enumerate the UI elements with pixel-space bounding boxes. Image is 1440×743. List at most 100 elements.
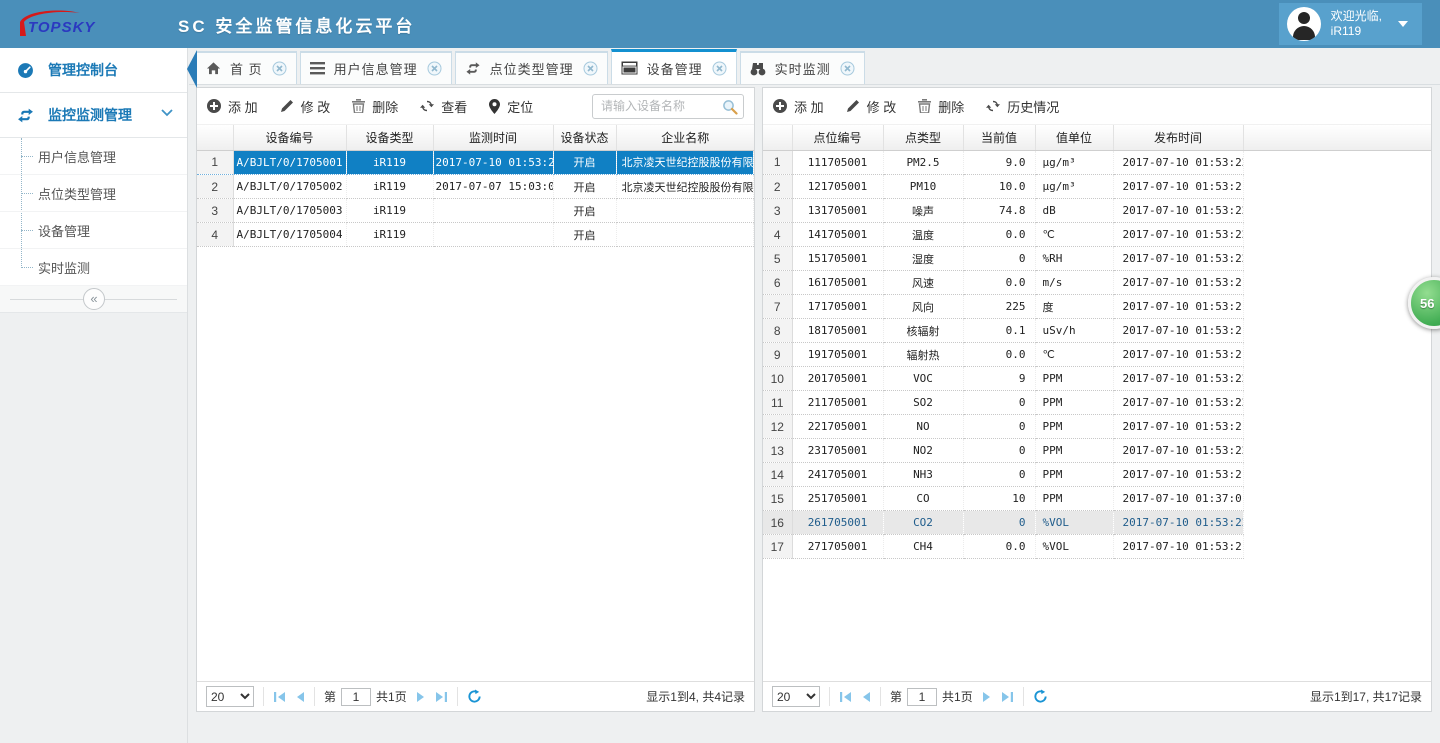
table-row[interactable]: 4A/BJLT/0/1705004iR119开启	[197, 223, 754, 247]
table-row[interactable]: 13231705001NO20PPM2017-07-10 01:53:22	[763, 439, 1243, 463]
home-icon	[206, 61, 221, 76]
cell-type: 风速	[883, 271, 963, 295]
add-button[interactable]: 添 加	[773, 97, 824, 116]
refresh-arrows-icon	[986, 99, 1000, 113]
add-button[interactable]: 添 加	[207, 97, 258, 116]
edit-button[interactable]: 修 改	[280, 97, 331, 116]
close-icon[interactable]	[712, 61, 727, 76]
cell-value: 0.0	[963, 271, 1035, 295]
table-row[interactable]: 3A/BJLT/0/1705003iR119开启	[197, 199, 754, 223]
cell-unit: ℃	[1035, 223, 1113, 247]
topsky-logo: TOPSKY	[16, 6, 136, 42]
row-number-cell: 11	[763, 391, 792, 415]
table-row[interactable]: 3131705001噪声74.8dB2017-07-10 01:53:22	[763, 199, 1243, 223]
table-row[interactable]: 14241705001NH30PPM2017-07-10 01:53:21	[763, 463, 1243, 487]
tab-user-info[interactable]: 用户信息管理	[300, 51, 452, 84]
table-row[interactable]: 9191705001辐射热0.0℃2017-07-10 01:53:21	[763, 343, 1243, 367]
sidebar-item-user-info[interactable]: 用户信息管理	[0, 138, 187, 175]
table-row[interactable]: 1111705001PM2.59.0μg/m³2017-07-10 01:53:…	[763, 151, 1243, 175]
next-page-button[interactable]	[982, 691, 992, 703]
prev-page-button[interactable]	[295, 691, 305, 703]
loop-icon	[465, 61, 481, 76]
table-row[interactable]: 10201705001VOC9PPM2017-07-10 01:53:22	[763, 367, 1243, 391]
row-number-cell: 2	[763, 175, 792, 199]
table-row[interactable]: 11211705001SO20PPM2017-07-10 01:53:22	[763, 391, 1243, 415]
delete-button[interactable]: 删除	[352, 97, 398, 116]
page-total-label: 共1页	[942, 688, 973, 705]
first-page-button[interactable]	[839, 691, 852, 703]
page-label: 第	[890, 688, 902, 705]
prev-page-button[interactable]	[861, 691, 871, 703]
column-header[interactable]: 当前值	[963, 125, 1035, 150]
close-icon[interactable]	[840, 61, 855, 76]
table-row[interactable]: 5151705001湿度0%RH2017-07-10 01:53:22	[763, 247, 1243, 271]
next-page-button[interactable]	[416, 691, 426, 703]
reload-button[interactable]	[467, 689, 482, 704]
cell-type: iR119	[346, 175, 433, 199]
row-number-cell: 1	[763, 151, 792, 175]
edit-button[interactable]: 修 改	[846, 97, 897, 116]
table-row[interactable]: 7171705001风向225度2017-07-10 01:53:21	[763, 295, 1243, 319]
column-header[interactable]: 监测时间	[433, 125, 553, 150]
sidebar-item-admin-console[interactable]: 管理控制台	[0, 48, 187, 93]
table-row[interactable]: 8181705001核辐射0.1uSv/h2017-07-10 01:53:21	[763, 319, 1243, 343]
view-button[interactable]: 查看	[420, 97, 467, 116]
table-row[interactable]: 4141705001温度0.0℃2017-07-10 01:53:22	[763, 223, 1243, 247]
cell-value: 9.0	[963, 151, 1035, 175]
badge-count: 56	[1420, 296, 1434, 311]
first-page-button[interactable]	[273, 691, 286, 703]
row-number-header	[197, 125, 233, 150]
close-icon[interactable]	[583, 61, 598, 76]
sidebar-item-point-type[interactable]: 点位类型管理	[0, 175, 187, 212]
tab-point-type[interactable]: 点位类型管理	[455, 51, 608, 84]
column-header[interactable]: 设备类型	[346, 125, 433, 150]
row-number-cell: 4	[763, 223, 792, 247]
history-button[interactable]: 历史情况	[986, 97, 1059, 116]
close-icon[interactable]	[427, 61, 442, 76]
search-icon[interactable]	[722, 99, 738, 115]
table-row[interactable]: 2121705001PM1010.0μg/m³2017-07-10 01:53:…	[763, 175, 1243, 199]
table-row[interactable]: 2A/BJLT/0/1705002iR1192017-07-07 15:03:0…	[197, 175, 754, 199]
cell-time: 2017-07-10 01:53:22	[1113, 439, 1243, 463]
column-header[interactable]: 点类型	[883, 125, 963, 150]
tab-home[interactable]: 首 页	[196, 51, 297, 84]
locate-button[interactable]: 定位	[489, 97, 533, 116]
cell-id: A/BJLT/0/1705002	[233, 175, 346, 199]
page-number-input[interactable]	[341, 688, 371, 706]
close-icon[interactable]	[272, 61, 287, 76]
sidebar-item-monitor-mgmt[interactable]: 监控监测管理	[0, 93, 187, 138]
delete-button[interactable]: 删除	[918, 97, 964, 116]
column-header[interactable]: 点位编号	[792, 125, 883, 150]
cell-time: 2017-07-10 01:37:01	[1113, 487, 1243, 511]
sidebar-item-realtime[interactable]: 实时监测	[0, 249, 187, 286]
binoculars-icon	[750, 61, 766, 76]
table-row[interactable]: 16261705001CO20%VOL2017-07-10 01:53:22	[763, 511, 1243, 535]
cell-value: 0	[963, 391, 1035, 415]
tab-realtime[interactable]: 实时监测	[740, 51, 865, 84]
column-header[interactable]: 值单位	[1035, 125, 1113, 150]
column-header[interactable]: 设备状态	[553, 125, 616, 150]
table-row[interactable]: 6161705001风速0.0m/s2017-07-10 01:53:21	[763, 271, 1243, 295]
sidebar-group-label: 管理控制台	[48, 60, 118, 80]
column-header[interactable]: 发布时间	[1113, 125, 1243, 150]
page-size-select[interactable]: 20	[206, 686, 254, 707]
table-row[interactable]: 1A/BJLT/0/1705001iR1192017-07-10 01:53:2…	[197, 151, 754, 175]
column-header[interactable]: 企业名称	[616, 125, 754, 150]
column-header[interactable]: 设备编号	[233, 125, 346, 150]
page-size-select[interactable]: 20	[772, 686, 820, 707]
sidebar-item-device-mgmt[interactable]: 设备管理	[0, 212, 187, 249]
table-row[interactable]: 12221705001NO0PPM2017-07-10 01:53:21	[763, 415, 1243, 439]
cell-type: NO	[883, 415, 963, 439]
user-menu[interactable]: 欢迎光临, iR119	[1279, 3, 1422, 45]
row-number-cell: 6	[763, 271, 792, 295]
tab-device-mgmt[interactable]: 设备管理	[611, 49, 737, 84]
last-page-button[interactable]	[1001, 691, 1014, 703]
table-row[interactable]: 15251705001CO10PPM2017-07-10 01:37:01	[763, 487, 1243, 511]
reload-button[interactable]	[1033, 689, 1048, 704]
page-number-input[interactable]	[907, 688, 937, 706]
sidebar-collapse-button[interactable]: «	[0, 286, 187, 313]
last-page-button[interactable]	[435, 691, 448, 703]
table-row[interactable]: 17271705001CH40.0%VOL2017-07-10 01:53:21	[763, 535, 1243, 559]
top-header-bar: TOPSKY SC 安全监管信息化云平台 欢迎光临, iR119	[0, 0, 1440, 48]
cell-unit: PPM	[1035, 415, 1113, 439]
